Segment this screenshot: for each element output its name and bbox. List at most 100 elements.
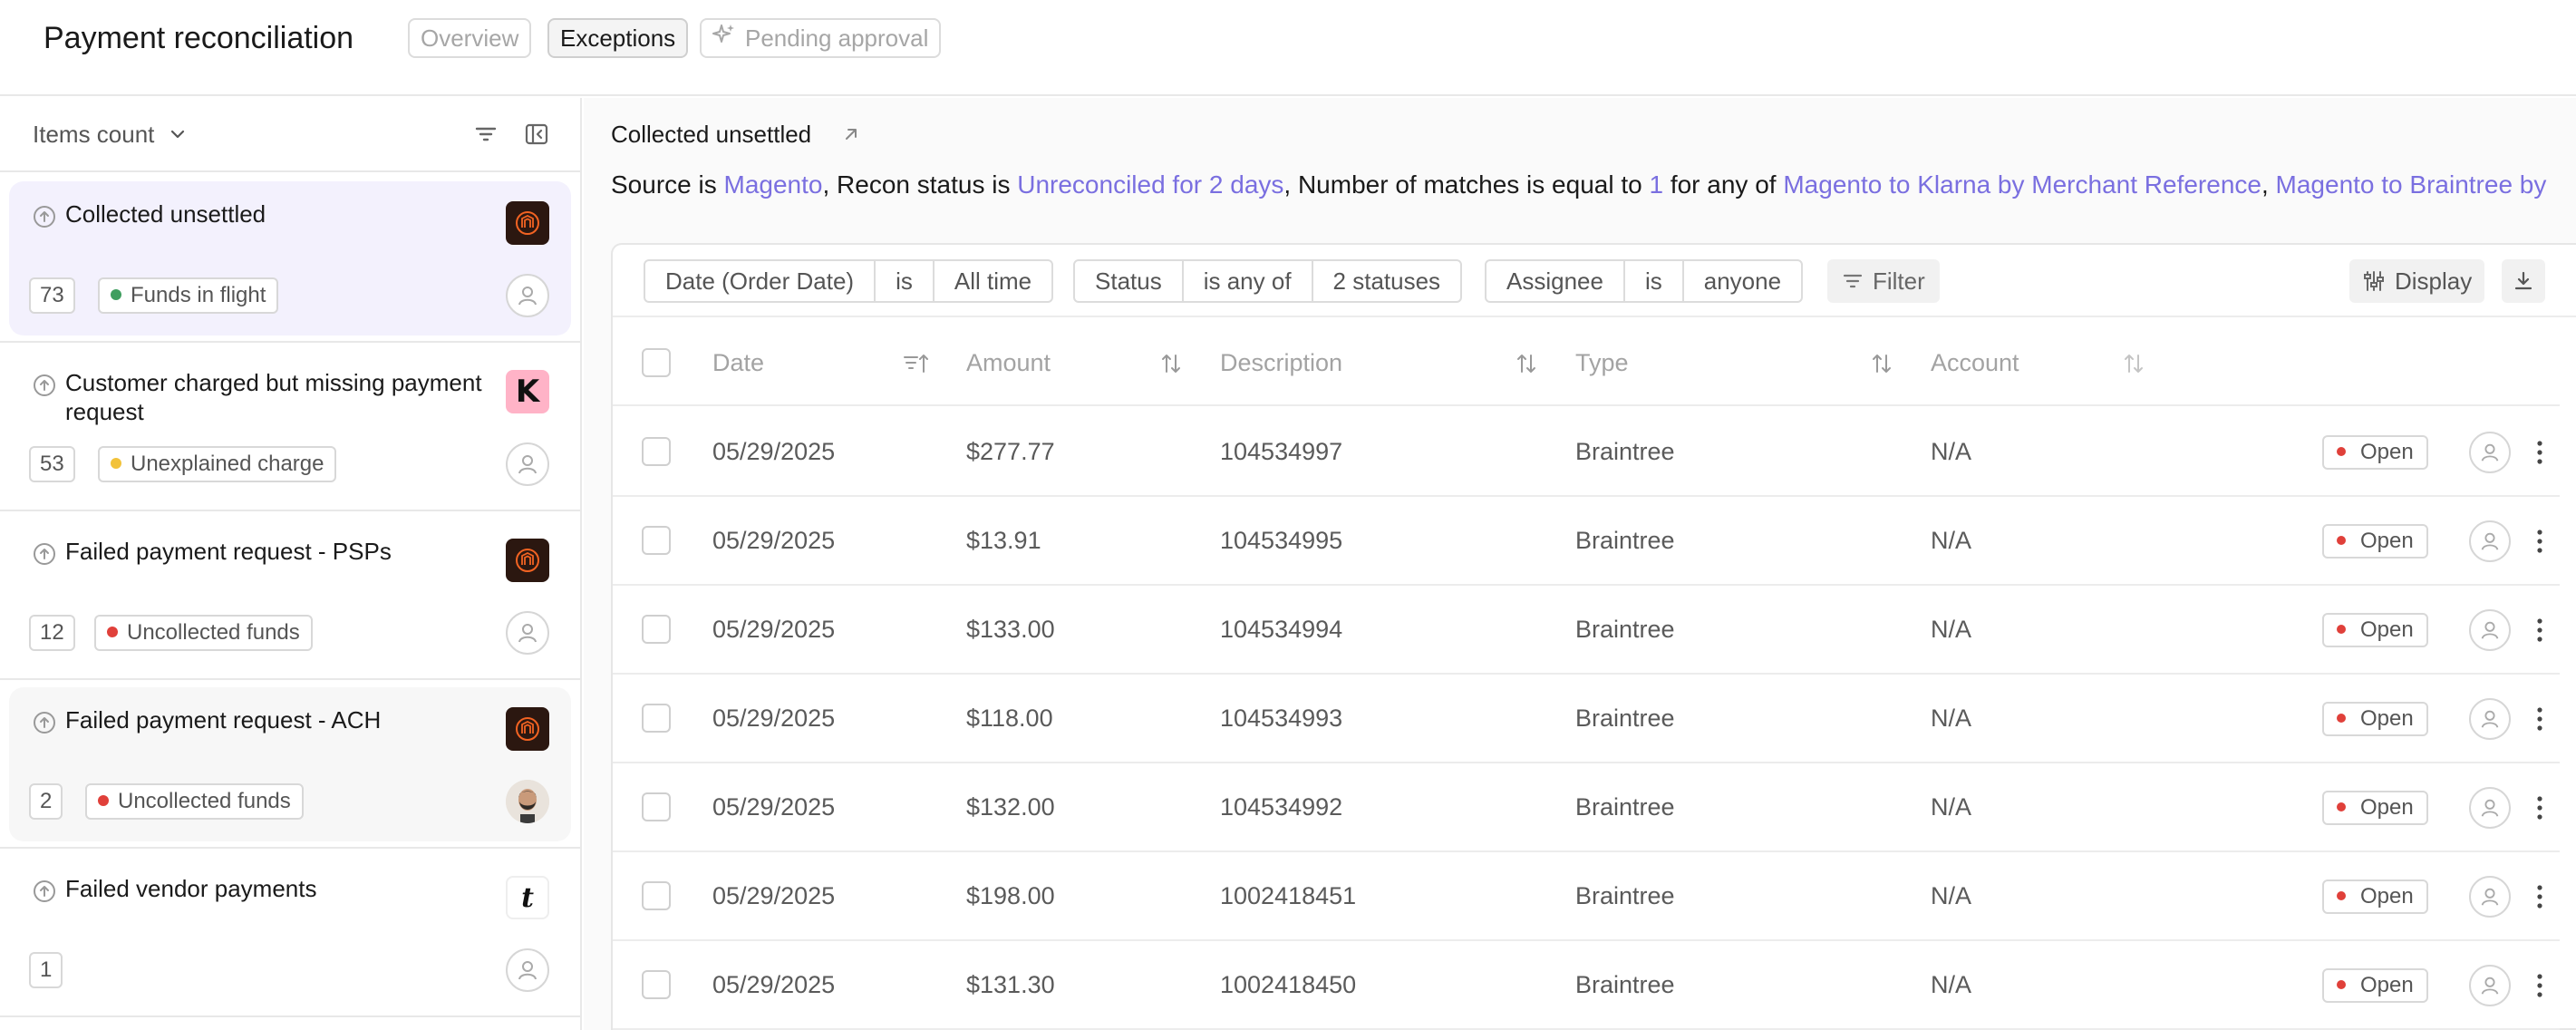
- assignee-icon[interactable]: [2469, 965, 2511, 1006]
- row-checkbox[interactable]: [642, 704, 671, 733]
- status-badge[interactable]: Open: [2322, 613, 2428, 647]
- items-count-label: Items count: [33, 121, 155, 148]
- status-badge[interactable]: Open: [2322, 791, 2428, 825]
- cell-description: 1002418451: [1220, 882, 1357, 909]
- items-count-dropdown[interactable]: Items count: [33, 118, 187, 151]
- status-dot: [2337, 536, 2346, 546]
- more-options-icon[interactable]: [2531, 613, 2549, 647]
- status-dot: [2337, 447, 2346, 457]
- sort-ascending-icon[interactable]: [903, 352, 930, 375]
- row-checkbox[interactable]: [642, 437, 671, 466]
- assignee-icon[interactable]: [2469, 698, 2511, 740]
- filter-chip-assignee[interactable]: Assignee is anyone: [1485, 259, 1804, 303]
- filter-field[interactable]: Status: [1075, 261, 1184, 301]
- filter-value[interactable]: anyone: [1684, 261, 1801, 301]
- table-header: Date Amount Description Type Account: [613, 319, 2560, 406]
- filter-chip-date[interactable]: Date (Order Date) is All time: [644, 259, 1054, 303]
- table-row[interactable]: 05/29/2025 $131.30 1002418450 Braintree N/A O…: [613, 941, 2560, 1030]
- row-checkbox[interactable]: [642, 881, 671, 910]
- filter-lines-icon[interactable]: [470, 118, 502, 151]
- assignee-icon[interactable]: [2469, 787, 2511, 829]
- arrow-up-circle-icon: [34, 374, 55, 396]
- unassigned-user-icon[interactable]: [506, 442, 549, 486]
- filter-field[interactable]: Date (Order Date): [645, 261, 876, 301]
- status-dot: [2337, 802, 2346, 812]
- category-item[interactable]: Failed payment request - ACH 2 Uncollect…: [0, 680, 580, 849]
- category-item[interactable]: Failed vendor payments t 1: [0, 849, 580, 1017]
- category-item[interactable]: Failed payment request - PSPs 12 Uncolle…: [0, 511, 580, 680]
- filter-value[interactable]: All time: [935, 261, 1051, 301]
- table-row[interactable]: 05/29/2025 $132.00 104534992 Braintree N/A Op…: [613, 763, 2560, 852]
- external-link-icon[interactable]: [841, 124, 861, 144]
- status-badge[interactable]: Open: [2322, 702, 2428, 736]
- unassigned-user-icon[interactable]: [506, 948, 549, 992]
- cell-amount: $13.91: [966, 527, 1041, 554]
- status-badge[interactable]: Open: [2322, 879, 2428, 914]
- assignee-icon[interactable]: [2469, 432, 2511, 473]
- category-item[interactable]: Collected unsettled 73 Funds in flight: [0, 174, 580, 343]
- assignee-icon[interactable]: [2469, 520, 2511, 562]
- select-all-checkbox[interactable]: [642, 348, 671, 377]
- sort-icon[interactable]: [1160, 352, 1182, 375]
- cell-account: N/A: [1931, 616, 1972, 643]
- filter-chip-status[interactable]: Status is any of 2 statuses: [1073, 259, 1463, 303]
- cell-amount: $198.00: [966, 882, 1055, 909]
- category-item-bg: Failed payment request - PSPs 12 Uncolle…: [9, 519, 571, 673]
- criteria-value[interactable]: Magento to Braintree by: [2276, 170, 2547, 199]
- row-checkbox[interactable]: [642, 615, 671, 644]
- more-options-icon[interactable]: [2531, 435, 2549, 470]
- status-badge[interactable]: Open: [2322, 524, 2428, 559]
- column-header-description[interactable]: Description: [1220, 345, 1342, 381]
- column-header-amount[interactable]: Amount: [966, 345, 1051, 381]
- unassigned-user-icon[interactable]: [506, 611, 549, 655]
- column-header-date[interactable]: Date: [712, 345, 764, 381]
- assignee-icon[interactable]: [2469, 609, 2511, 651]
- magento-logo: [506, 539, 549, 582]
- display-button[interactable]: Display: [2349, 259, 2485, 303]
- cell-account: N/A: [1931, 527, 1972, 554]
- assignee-icon[interactable]: [2469, 876, 2511, 918]
- filter-operator[interactable]: is: [876, 261, 935, 301]
- tab-exceptions[interactable]: Exceptions: [547, 18, 689, 58]
- filter-operator[interactable]: is any of: [1184, 261, 1313, 301]
- status-label: Open: [2360, 529, 2414, 553]
- tab-overview[interactable]: Overview: [408, 18, 532, 58]
- sort-icon[interactable]: [1516, 352, 1537, 375]
- filter-operator[interactable]: is: [1625, 261, 1684, 301]
- criteria-value[interactable]: Magento to Klarna by Merchant Reference: [1783, 170, 2261, 199]
- cell-description: 104534997: [1220, 438, 1343, 465]
- table-row[interactable]: 05/29/2025 $133.00 104534994 Braintree N/A Op…: [613, 586, 2560, 675]
- more-options-icon[interactable]: [2531, 702, 2549, 736]
- filter-field[interactable]: Assignee: [1487, 261, 1625, 301]
- row-checkbox[interactable]: [642, 526, 671, 555]
- more-options-icon[interactable]: [2531, 791, 2549, 825]
- status-tag-label: Uncollected funds: [118, 789, 291, 813]
- row-checkbox[interactable]: [642, 970, 671, 999]
- add-filter-button[interactable]: Filter: [1827, 259, 1940, 303]
- table-row[interactable]: 05/29/2025 $118.00 104534993 Braintree N/A Op…: [613, 675, 2560, 763]
- category-item[interactable]: Customer charged but missing payment req…: [0, 343, 580, 511]
- sort-icon[interactable]: [1871, 352, 1893, 375]
- sort-icon[interactable]: [2123, 352, 2145, 375]
- filter-value[interactable]: 2 statuses: [1313, 261, 1461, 301]
- avatar[interactable]: [506, 780, 549, 823]
- column-header-type[interactable]: Type: [1575, 345, 1629, 381]
- table-row[interactable]: 05/29/2025 $198.00 1002418451 Braintree N/A O…: [613, 852, 2560, 941]
- unassigned-user-icon[interactable]: [506, 274, 549, 317]
- criteria-value[interactable]: Unreconciled for 2 days: [1017, 170, 1283, 199]
- cell-amount: $132.00: [966, 793, 1055, 821]
- table-row[interactable]: 05/29/2025 $277.77 104534997 Braintree N/A Op…: [613, 408, 2560, 497]
- more-options-icon[interactable]: [2531, 879, 2549, 914]
- status-badge[interactable]: Open: [2322, 968, 2428, 1003]
- tab-pending-approval[interactable]: Pending approval: [700, 18, 942, 58]
- criteria-value[interactable]: 1: [1649, 170, 1663, 199]
- row-checkbox[interactable]: [642, 792, 671, 821]
- download-button[interactable]: [2502, 259, 2545, 303]
- table-row[interactable]: 05/29/2025 $13.91 104534995 Braintree N/A Ope…: [613, 497, 2560, 586]
- column-header-account[interactable]: Account: [1931, 345, 2019, 381]
- criteria-value[interactable]: Magento: [724, 170, 823, 199]
- more-options-icon[interactable]: [2531, 968, 2549, 1003]
- collapse-panel-icon[interactable]: [520, 118, 553, 151]
- more-options-icon[interactable]: [2531, 524, 2549, 559]
- status-badge[interactable]: Open: [2322, 435, 2428, 470]
